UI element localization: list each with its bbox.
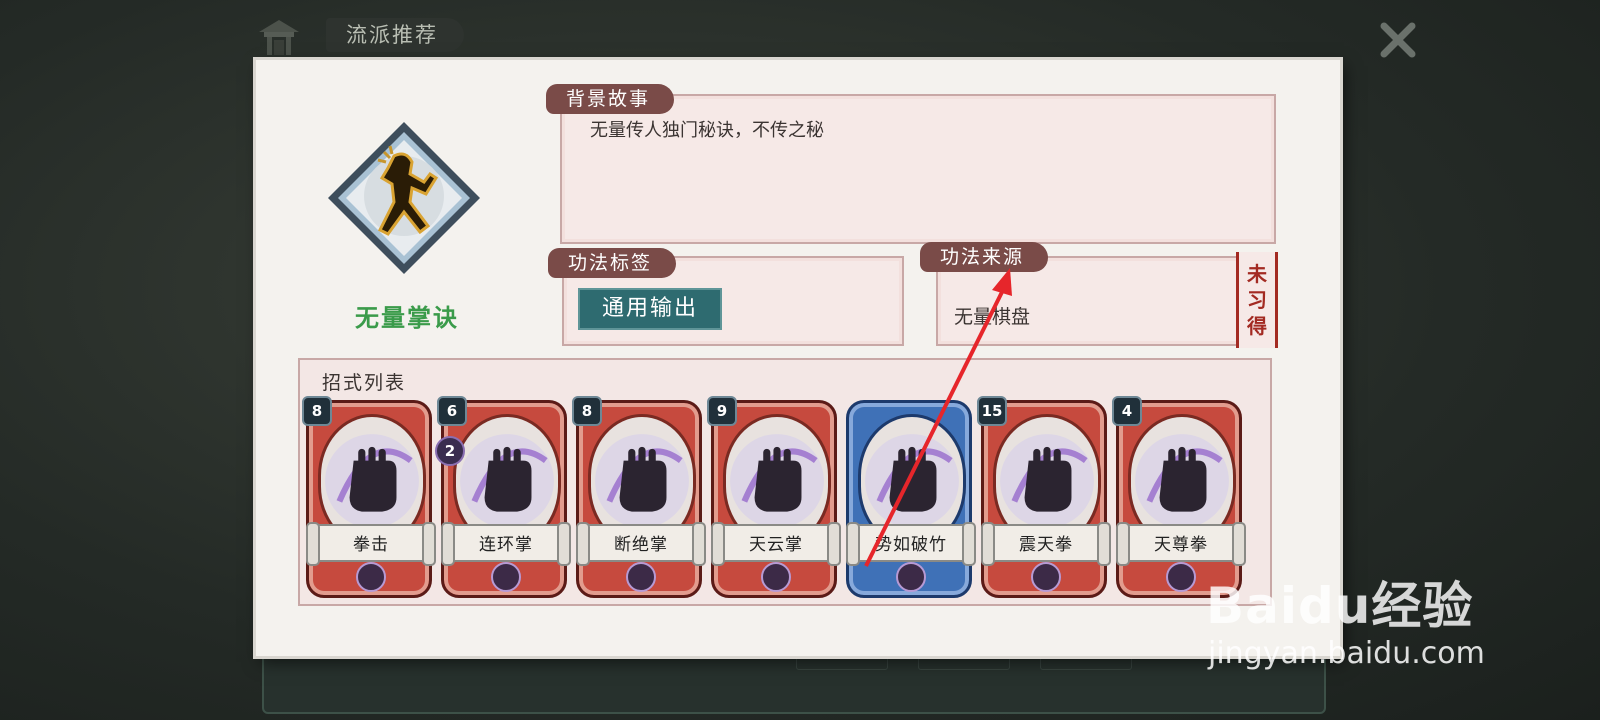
move-name: 连环掌 bbox=[479, 535, 533, 555]
background-story-text: 无量传人独门秘诀，不传之秘 bbox=[590, 120, 824, 141]
move-card[interactable]: 断绝掌 8 bbox=[572, 396, 706, 598]
move-name: 天尊拳 bbox=[1154, 535, 1208, 555]
move-cost-badge: 6 bbox=[437, 396, 467, 426]
background-story-label: 背景故事 bbox=[546, 84, 675, 114]
move-combo-badge: 2 bbox=[435, 436, 465, 466]
move-card[interactable]: 拳击 8 bbox=[302, 396, 436, 598]
palm-type-icon bbox=[896, 562, 926, 592]
skill-tag: 通用输出 bbox=[578, 288, 722, 330]
move-name-scroll: 震天拳 bbox=[981, 522, 1111, 566]
watermark-logo: Baidu经验 bbox=[1206, 577, 1474, 635]
watermark-url: jingyan.baidu.com bbox=[1208, 636, 1485, 671]
move-card[interactable]: 势如破竹 bbox=[846, 400, 976, 598]
close-icon[interactable] bbox=[1376, 18, 1420, 62]
move-name-scroll: 断绝掌 bbox=[576, 522, 706, 566]
palm-type-icon bbox=[626, 562, 656, 592]
move-cost-badge: 8 bbox=[572, 396, 602, 426]
moves-list-title: 招式列表 bbox=[322, 372, 407, 394]
background-story-box: 无量传人独门秘诀，不传之秘 bbox=[560, 94, 1276, 244]
move-name: 断绝掌 bbox=[614, 535, 668, 555]
palm-type-icon bbox=[1031, 562, 1061, 592]
palm-type-icon bbox=[356, 562, 386, 592]
move-name-scroll: 天云掌 bbox=[711, 522, 841, 566]
skill-tags-label: 功法标签 bbox=[548, 248, 677, 278]
skill-emblem-icon bbox=[328, 122, 480, 274]
skill-source-text: 无量棋盘 bbox=[954, 306, 1031, 328]
palm-type-icon bbox=[491, 562, 521, 592]
pavilion-icon[interactable] bbox=[256, 18, 302, 58]
move-name: 天云掌 bbox=[749, 535, 803, 555]
move-cost-badge: 8 bbox=[302, 396, 332, 426]
move-name: 拳击 bbox=[353, 535, 389, 555]
move-cost-badge: 9 bbox=[707, 396, 737, 426]
move-name-scroll: 拳击 bbox=[306, 522, 436, 566]
move-card[interactable]: 震天拳 15 bbox=[977, 396, 1111, 598]
palm-type-icon bbox=[1166, 562, 1196, 592]
move-card[interactable]: 天云掌 9 bbox=[707, 396, 841, 598]
move-name: 震天拳 bbox=[1019, 535, 1073, 555]
move-name-scroll: 连环掌 bbox=[441, 522, 571, 566]
move-card[interactable]: 连环掌 6 2 bbox=[435, 396, 571, 598]
move-cost-badge: 4 bbox=[1112, 396, 1142, 426]
skill-name: 无量掌诀 bbox=[355, 303, 459, 332]
not-learned-stamp: 未 习 得 bbox=[1236, 252, 1278, 348]
move-name-scroll: 天尊拳 bbox=[1116, 522, 1246, 566]
skill-source-label: 功法来源 bbox=[920, 242, 1049, 272]
move-name-scroll: 势如破竹 bbox=[846, 522, 976, 566]
palm-type-icon bbox=[761, 562, 791, 592]
move-cost-badge: 15 bbox=[977, 396, 1007, 426]
move-name: 势如破竹 bbox=[875, 535, 947, 555]
page-title: 流派推荐 bbox=[326, 18, 464, 52]
skill-detail-panel: 无量掌诀 无量传人独门秘诀，不传之秘 背景故事 通用输出 功法标签 无量棋盘 未… bbox=[256, 60, 1340, 656]
